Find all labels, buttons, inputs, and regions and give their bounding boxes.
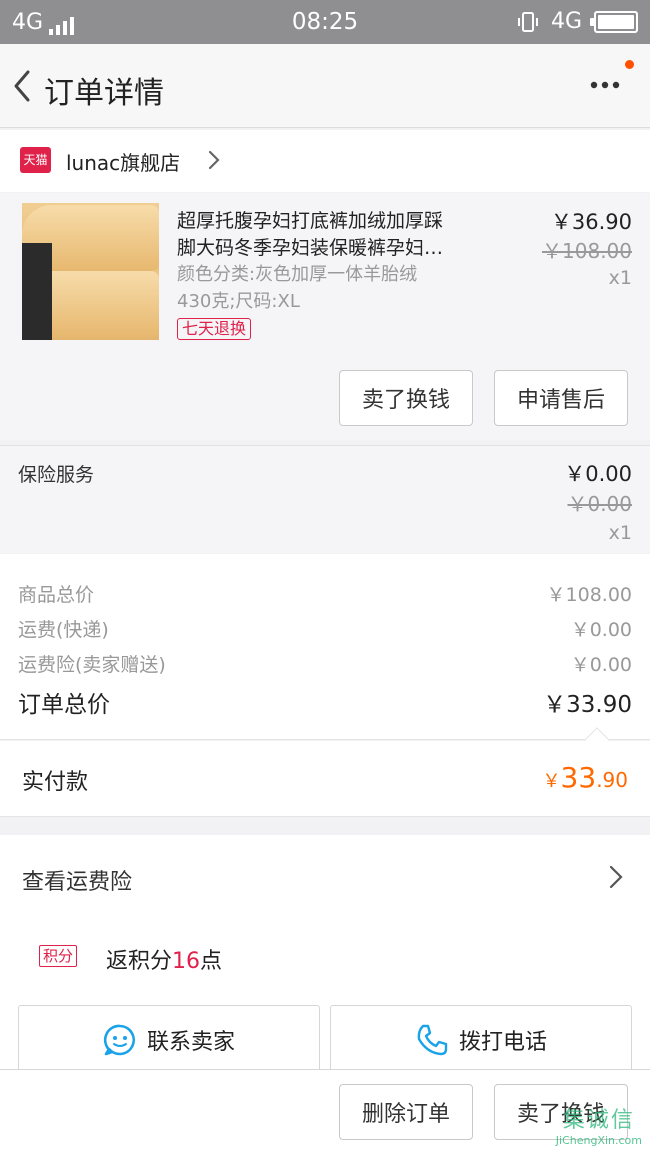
shipping-insurance-row: 运费险(卖家赠送) ￥0.00: [18, 650, 632, 677]
watermark-text: 集诚信: [562, 1108, 635, 1133]
product-price: ￥36.90: [550, 210, 632, 234]
notification-dot: [625, 60, 634, 69]
contact-seller-button[interactable]: 联系卖家: [18, 1005, 320, 1075]
call-phone-label: 拨打电话: [458, 1030, 547, 1055]
product-title-line2: 脚大码冬季孕妇装保暖裤孕妇…: [177, 237, 444, 259]
payment-currency: ￥: [542, 771, 561, 792]
product-spec-line1: 颜色分类:灰色加厚一体羊胎绒: [177, 264, 418, 285]
return-policy-tag: 七天退换: [177, 318, 252, 340]
watermark: 集诚信 JiChengXin.com: [556, 1102, 642, 1147]
insurance-price: ￥0.00: [564, 462, 632, 486]
points-row: 积分 返积分16点: [0, 919, 650, 1003]
watermark-url: JiChengXin.com: [555, 1134, 642, 1147]
after-sale-button[interactable]: 申请售后: [494, 370, 628, 426]
insurance-quantity: x1: [608, 522, 632, 544]
battery-icon: [590, 10, 638, 33]
status-bar: 4G 08:25 4G: [0, 0, 650, 44]
call-phone-button[interactable]: 拨打电话: [330, 1005, 632, 1075]
product-spec: 颜色分类:灰色加厚一体羊胎绒 430克;尺码:XL: [177, 261, 417, 315]
shipping-insurance-label: 运费险(卖家赠送): [18, 654, 166, 676]
shop-name: lunac旗舰店: [66, 151, 181, 175]
shop-row[interactable]: 天猫 lunac旗舰店: [0, 130, 650, 192]
order-total-value: ￥33.90: [543, 692, 632, 718]
goods-total-value: ￥108.00: [546, 584, 632, 606]
actual-payment-amount: ￥33.90: [543, 761, 628, 794]
actual-payment-row: 实付款 ￥33.90: [0, 741, 650, 817]
product-image[interactable]: [22, 203, 159, 340]
product-item[interactable]: 超厚托腹孕妇打底裤加绒加厚踩 脚大码冬季孕妇装保暖裤孕妇… 颜色分类:灰色加厚一…: [0, 193, 650, 440]
points-prefix: 返积分: [106, 949, 173, 974]
shipping-insurance-value: ￥0.00: [570, 654, 632, 676]
contact-area: 联系卖家 拨打电话: [0, 1003, 650, 1075]
points-badge: 积分: [39, 945, 78, 967]
phone-icon: [417, 1024, 448, 1056]
shipping-row: 运费(快递) ￥0.00: [18, 615, 632, 642]
bottom-action-bar: 删除订单 卖了换钱 集诚信 JiChengXin.com: [0, 1069, 650, 1155]
product-spec-line2: 430克;尺码:XL: [177, 291, 300, 312]
order-summary: 商品总价 ￥108.00 运费(快递) ￥0.00 运费险(卖家赠送) ￥0.0…: [0, 554, 650, 753]
product-title-line1: 超厚托腹孕妇打底裤加绒加厚踩: [177, 210, 444, 232]
freight-insurance-label: 查看运费险: [22, 870, 133, 895]
actual-payment-label: 实付款: [22, 770, 89, 795]
insurance-label: 保险服务: [18, 464, 95, 486]
points-value: 16: [172, 949, 201, 974]
nav-bar: 订单详情: [0, 44, 650, 128]
back-arrow-icon[interactable]: [8, 66, 38, 106]
sell-for-cash-button[interactable]: 卖了换钱: [339, 370, 473, 426]
page-title: 订单详情: [44, 76, 164, 111]
network-type-right: 4G: [550, 9, 582, 34]
delete-order-button[interactable]: 删除订单: [339, 1084, 473, 1140]
goods-total-label: 商品总价: [18, 584, 95, 606]
contact-seller-label: 联系卖家: [146, 1030, 235, 1055]
chevron-right-icon: [609, 865, 623, 889]
goods-total-row: 商品总价 ￥108.00: [18, 580, 632, 607]
product-title: 超厚托腹孕妇打底裤加绒加厚踩 脚大码冬季孕妇装保暖裤孕妇…: [177, 208, 497, 262]
view-freight-insurance-row[interactable]: 查看运费险: [0, 835, 650, 919]
product-original-price: ￥108.00: [542, 239, 632, 263]
more-icon[interactable]: [590, 80, 620, 90]
payment-integer: 33: [560, 761, 597, 794]
points-suffix: 点: [200, 949, 223, 974]
insurance-service-row: 保险服务 ￥0.00 ￥0.00 x1: [0, 445, 650, 553]
payment-decimal: .90: [596, 768, 628, 792]
product-quantity: x1: [608, 267, 632, 289]
order-total-label: 订单总价: [18, 692, 110, 718]
vibrate-icon: [517, 11, 538, 32]
tmall-logo-icon: 天猫: [20, 147, 51, 173]
chevron-right-icon: [208, 150, 220, 170]
status-icons: 4G: [517, 9, 638, 34]
order-total-row: 订单总价 ￥33.90: [18, 685, 632, 719]
shipping-label: 运费(快递): [18, 619, 109, 641]
points-text: 返积分16点: [106, 943, 222, 975]
chat-bubble-icon: [103, 1024, 135, 1056]
insurance-original-price: ￥0.00: [567, 492, 632, 516]
shipping-value: ￥0.00: [570, 619, 632, 641]
